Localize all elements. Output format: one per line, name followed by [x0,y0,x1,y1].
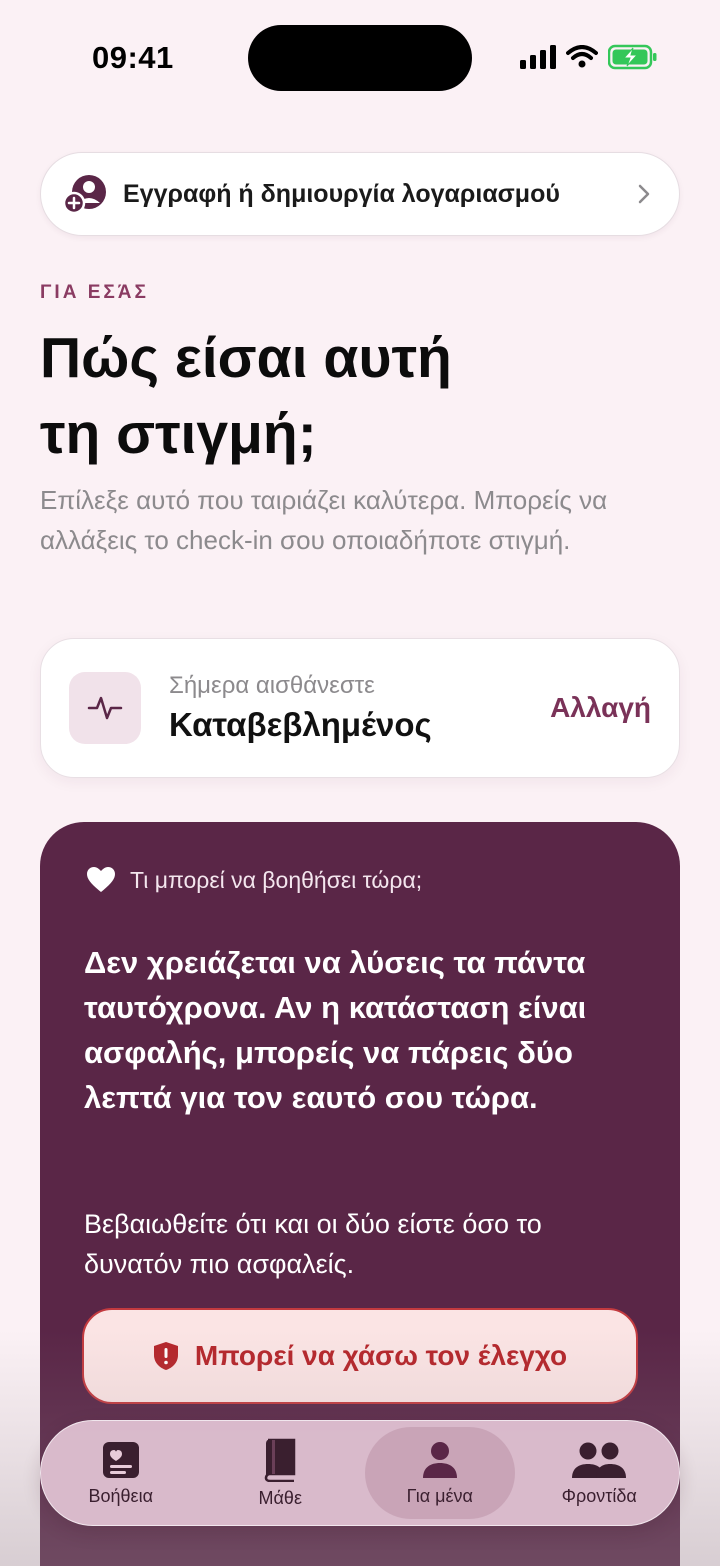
person-icon [422,1441,457,1478]
lose-control-label: Μπορεί να χάσω τον έλεγχο [194,1340,568,1371]
page-title: Πώς είσαι αυτή τη στιγμή; [40,320,680,472]
status-bar: 09:41 [0,0,720,110]
page-title-line-1: Πώς είσαι αυτή [40,326,452,390]
tab-learn[interactable]: Μάθε [205,1427,355,1519]
page-title-line-2: τη στιγμή; [40,402,317,466]
feeling-card: Σήμερα αισθάνεστε Καταβεβλημένος Αλλαγή [40,638,680,778]
shield-alert-icon [153,1342,178,1370]
tab-for-me-label: Για μένα [406,1485,473,1506]
heart-icon [87,867,115,892]
status-icons [520,44,658,70]
book-icon [264,1438,296,1482]
help-card-note: Βεβαιωθείτε ότι και οι δύο είστε όσο το … [84,1209,542,1279]
add-account-icon [63,175,106,215]
tab-bar: Βοήθεια Μάθε Για μένα Φροντίδα [40,1420,680,1526]
tab-care[interactable]: Φροντίδα [524,1427,674,1519]
tab-learn-label: Μάθε [258,1487,302,1508]
cellular-signal-icon [520,45,556,69]
account-signin-label: Εγγραφή ή δημιουργία λογαριασμού [123,179,560,208]
help-card-icon [102,1441,139,1478]
dynamic-island [248,25,472,91]
people-icon [572,1442,627,1478]
tab-help[interactable]: Βοήθεια [46,1427,196,1519]
chevron-right-icon [638,184,650,204]
help-card-header: Τι μπορεί να βοηθήσει τώρα; [86,866,422,894]
tab-help-label: Βοήθεια [88,1485,153,1506]
section-eyebrow: ΓΙΑ ΕΣΆΣ [40,282,149,303]
page-subtitle: Επίλεξε αυτό που ταιριάζει καλύτερα. Μπο… [40,485,608,555]
battery-charging-icon [608,44,657,70]
feeling-value: Καταβεβλημένος [169,706,432,743]
account-signin-button[interactable]: Εγγραφή ή δημιουργία λογαριασμού [40,152,680,236]
tab-for-me[interactable]: Για μένα [364,1427,515,1519]
change-feeling-button[interactable]: Αλλαγή [550,692,651,724]
lose-control-button[interactable]: Μπορεί να χάσω τον έλεγχο [82,1308,638,1404]
status-time: 09:41 [92,40,174,75]
help-card-title: Τι μπορεί να βοηθήσει τώρα; [130,866,423,893]
tab-care-label: Φροντίδα [561,1485,637,1506]
feeling-icon-box [69,672,141,744]
pulse-icon [87,696,123,720]
feeling-caption: Σήμερα αισθάνεστε [169,672,375,699]
wifi-icon [566,45,598,68]
feeling-texts: Σήμερα αισθάνεστε Καταβεβλημένος [169,672,550,744]
help-card-main-text: Δεν χρειάζεται να λύσεις τα πάντα ταυτόχ… [84,945,587,1115]
